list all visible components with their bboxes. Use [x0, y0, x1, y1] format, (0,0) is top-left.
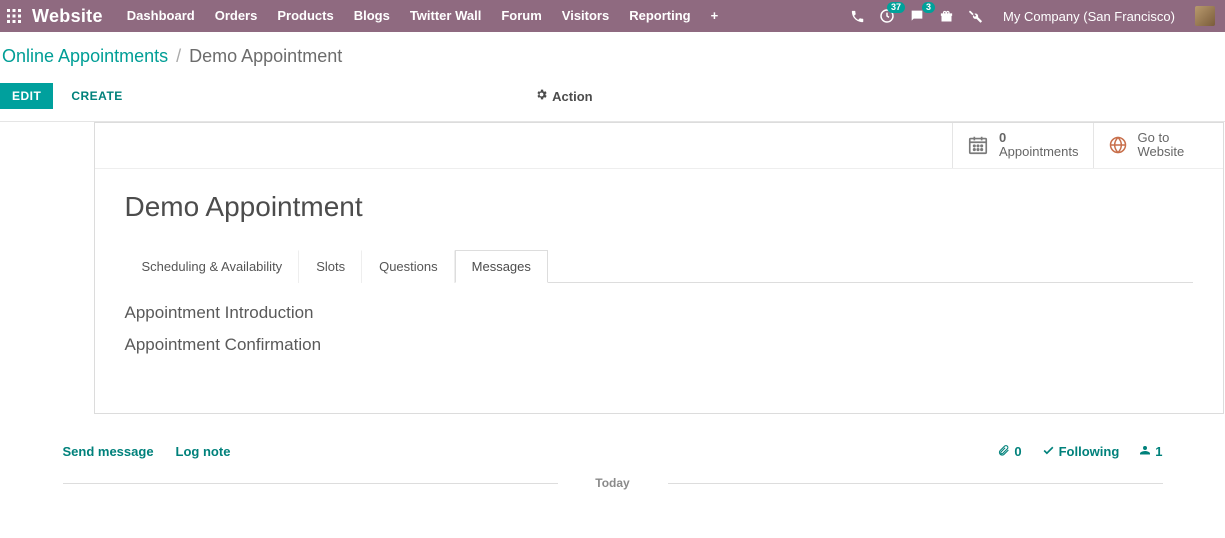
stat-appointments[interactable]: 0 Appointments [952, 123, 1093, 168]
breadcrumb-current: Demo Appointment [189, 46, 342, 67]
followers-button[interactable]: 1 [1139, 444, 1162, 459]
stat-appointments-label: Appointments [999, 145, 1079, 159]
attachments-button[interactable]: 0 [997, 444, 1021, 460]
globe-icon [1108, 135, 1128, 155]
stat-buttons: 0 Appointments Go to Website [95, 123, 1223, 169]
notebook-tabs: Scheduling & Availability Slots Question… [125, 249, 1193, 283]
app-title[interactable]: Website [32, 6, 103, 27]
breadcrumb-bar: Online Appointments / Demo Appointment [0, 32, 1225, 67]
send-message-button[interactable]: Send message [63, 444, 154, 459]
following-button[interactable]: Following [1042, 444, 1120, 460]
gift-icon[interactable] [939, 9, 954, 24]
nav-reporting[interactable]: Reporting [619, 0, 700, 32]
chatter: Send message Log note 0 Following 1 [63, 434, 1163, 514]
tab-scheduling[interactable]: Scheduling & Availability [125, 250, 300, 283]
tab-content-messages: Appointment Introduction Appointment Con… [125, 283, 1193, 355]
activities-badge: 37 [887, 2, 905, 13]
field-label-appointment-confirmation: Appointment Confirmation [125, 335, 1193, 355]
phone-icon[interactable] [850, 9, 865, 24]
nav-forum[interactable]: Forum [491, 0, 551, 32]
nav-orders[interactable]: Orders [205, 0, 268, 32]
gear-icon [535, 88, 548, 104]
breadcrumb-separator: / [168, 46, 189, 67]
attachments-count: 0 [1014, 444, 1021, 459]
control-panel: EDIT CREATE Action [0, 67, 1225, 122]
chatter-topbar: Send message Log note 0 Following 1 [63, 434, 1163, 476]
nav-twitter-wall[interactable]: Twitter Wall [400, 0, 492, 32]
nav-products[interactable]: Products [267, 0, 343, 32]
top-menu: Dashboard Orders Products Blogs Twitter … [117, 0, 728, 32]
chatter-date-label: Today [595, 476, 629, 490]
user-icon [1139, 444, 1151, 459]
action-dropdown-label: Action [552, 89, 592, 104]
tab-slots[interactable]: Slots [299, 250, 362, 283]
top-nav-bar: Website Dashboard Orders Products Blogs … [0, 0, 1225, 32]
create-button[interactable]: CREATE [71, 89, 122, 103]
check-icon [1042, 444, 1055, 460]
tab-messages[interactable]: Messages [455, 250, 548, 283]
action-dropdown[interactable]: Action [535, 88, 592, 104]
apps-icon[interactable] [0, 9, 28, 23]
messages-badge: 3 [922, 2, 935, 13]
stat-appointments-count: 0 [999, 131, 1079, 145]
systray: 37 3 My Company (San Francisco) [850, 6, 1215, 26]
stat-go-to-website[interactable]: Go to Website [1093, 123, 1223, 168]
nav-new-content-icon[interactable]: + [701, 0, 729, 32]
record-title: Demo Appointment [125, 191, 1193, 223]
following-label: Following [1059, 444, 1120, 459]
nav-blogs[interactable]: Blogs [344, 0, 400, 32]
tools-icon[interactable] [968, 9, 983, 24]
user-avatar[interactable] [1195, 6, 1215, 26]
log-note-button[interactable]: Log note [176, 444, 231, 459]
field-label-appointment-introduction: Appointment Introduction [125, 303, 1193, 323]
company-selector[interactable]: My Company (San Francisco) [1003, 9, 1175, 24]
paperclip-icon [997, 444, 1010, 460]
stat-goto-line2: Website [1138, 145, 1185, 159]
edit-button[interactable]: EDIT [0, 83, 53, 109]
breadcrumb-root[interactable]: Online Appointments [2, 46, 168, 67]
nav-visitors[interactable]: Visitors [552, 0, 619, 32]
nav-dashboard[interactable]: Dashboard [117, 0, 205, 32]
activities-icon[interactable]: 37 [879, 8, 895, 24]
calendar-icon [967, 134, 989, 156]
followers-count: 1 [1155, 444, 1162, 459]
form-sheet: 0 Appointments Go to Website Demo Appoin… [94, 122, 1224, 414]
messages-icon[interactable]: 3 [909, 8, 925, 24]
stat-goto-line1: Go to [1138, 131, 1185, 145]
chatter-date-divider: Today [63, 476, 1163, 490]
breadcrumb: Online Appointments / Demo Appointment [0, 46, 1225, 67]
tab-questions[interactable]: Questions [362, 250, 455, 283]
